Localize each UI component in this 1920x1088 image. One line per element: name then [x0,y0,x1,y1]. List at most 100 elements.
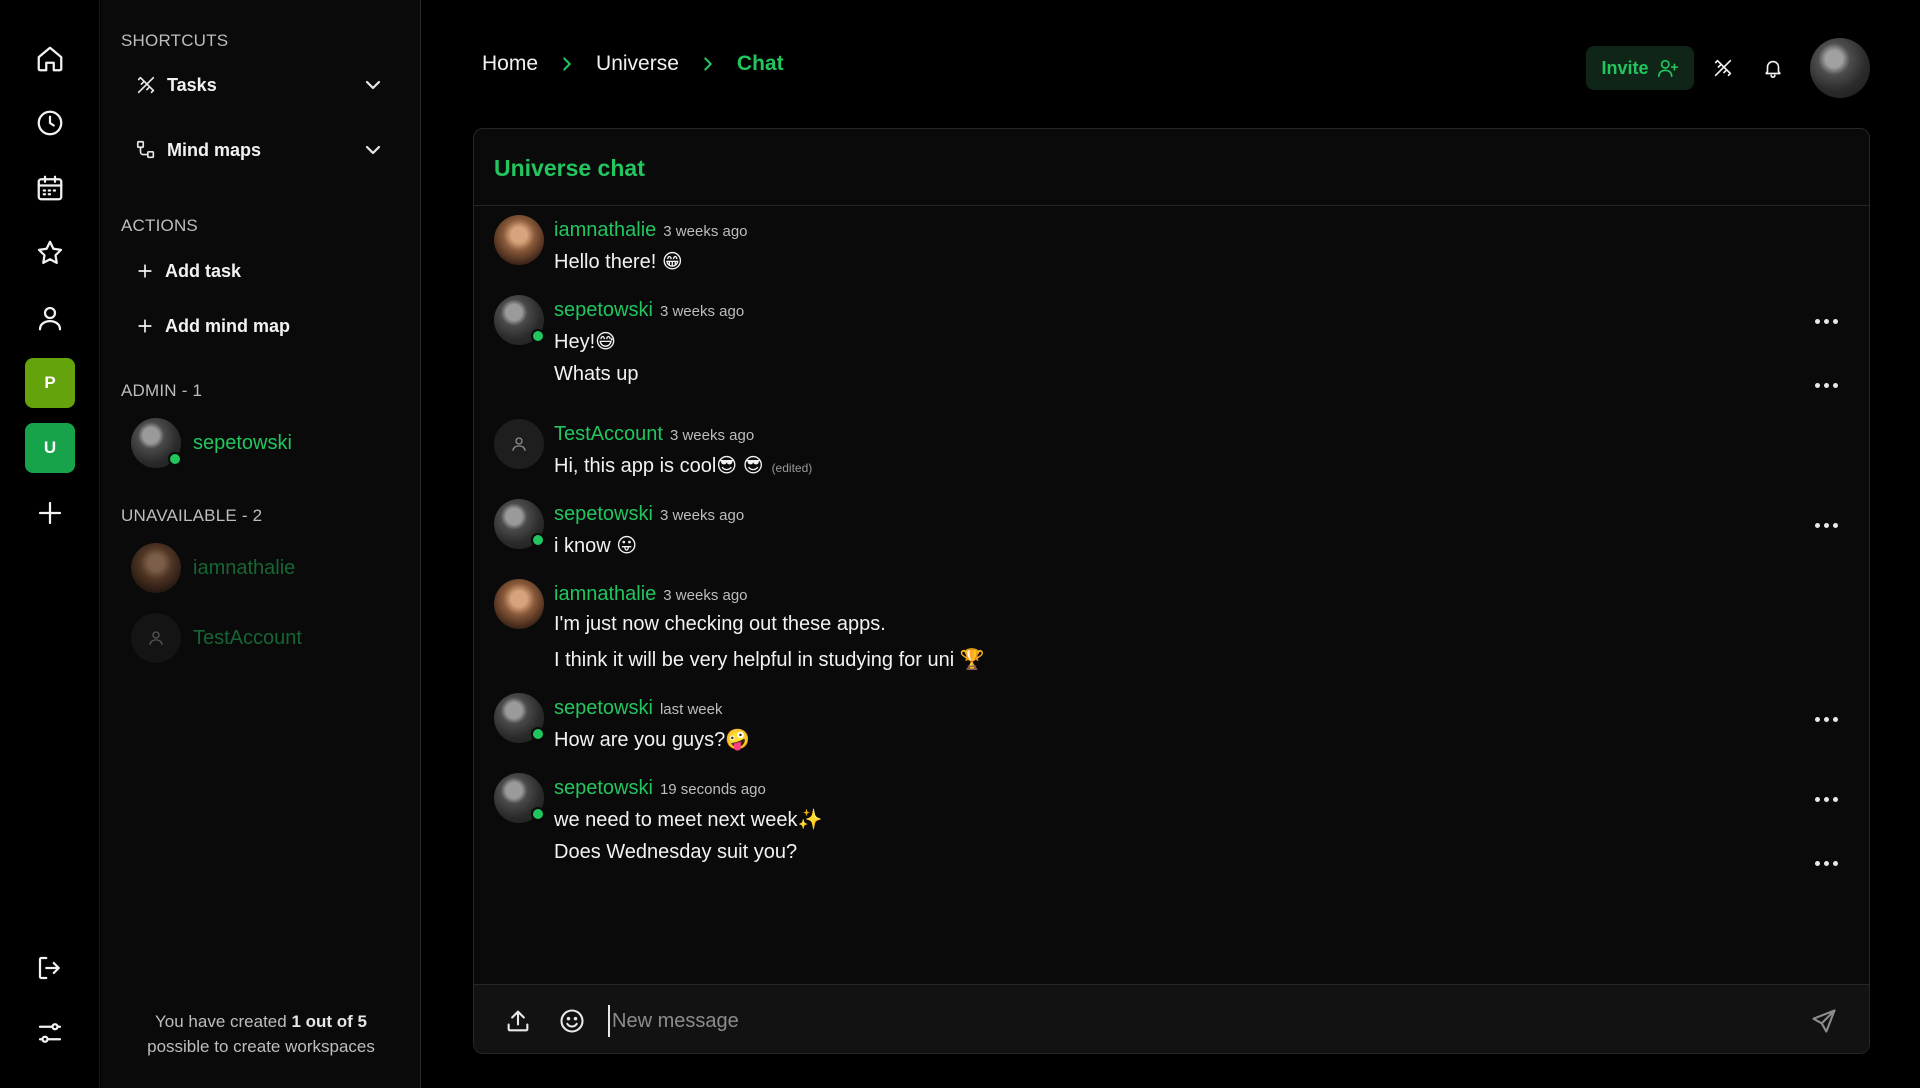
message-text: Hello there! 😁 [554,251,683,273]
message-time: 3 weeks ago [663,587,748,604]
breadcrumb: Home Universe Chat [482,52,784,76]
admin-title: ADMIN - 1 [121,381,203,400]
avatar [131,613,181,663]
member-sepetowski[interactable]: sepetowski [131,417,292,469]
icon-rail: P U [0,0,100,1088]
member-iamnathalie[interactable]: iamnathalie [131,542,295,594]
message-time: 19 seconds ago [659,781,766,798]
send-icon[interactable] [1808,1005,1840,1037]
message-author[interactable]: TestAccount [554,423,663,446]
shortcut-label: Tasks [167,74,217,95]
emoji-icon[interactable] [556,1005,588,1037]
online-status-dot [531,727,545,741]
user-icon[interactable] [25,293,75,343]
logout-icon[interactable] [25,943,75,993]
avatar[interactable] [494,773,545,823]
chat-card: Universe chat iamnathalie 3 weeks ago He… [473,128,1870,1054]
member-name: iamnathalie [193,556,296,579]
message-header: sepetowski 3 weeks ago [554,503,744,526]
home-icon[interactable] [25,34,75,84]
tasks-icon [135,74,157,96]
message-text: i know 😛 [554,535,638,557]
workspace-limit-prefix: You have created [155,1012,292,1031]
online-status-dot [531,807,545,821]
message-header: sepetowski 19 seconds ago [554,777,766,800]
message-author[interactable]: sepetowski [554,299,653,322]
message-options-button[interactable] [1808,709,1844,729]
message-header: iamnathalie 3 weeks ago [554,583,748,606]
member-name: sepetowski [193,431,292,454]
calendar-icon[interactable] [25,163,75,213]
user-placeholder-icon [149,631,163,645]
shortcut-mind-maps[interactable]: Mind maps [135,134,385,166]
message-text: Does Wednesday suit you? [554,841,798,863]
online-status-dot [531,533,545,547]
message-time: last week [659,701,723,718]
avatar[interactable] [494,693,545,743]
bell-icon[interactable] [1757,52,1789,84]
settings-sliders-icon[interactable] [25,1008,75,1058]
member-testaccount[interactable]: TestAccount [131,612,302,664]
message-header: TestAccount 3 weeks ago [554,423,754,446]
upload-icon[interactable] [502,1005,534,1037]
avatar[interactable] [494,419,544,469]
message-options-button[interactable] [1808,311,1844,331]
breadcrumb-universe[interactable]: Universe [596,52,679,76]
message-options-button[interactable] [1808,375,1844,395]
avatar[interactable] [494,215,544,265]
message-author[interactable]: iamnathalie [554,219,656,242]
member-name: TestAccount [193,626,302,649]
tasks-tool-icon[interactable] [1707,52,1739,84]
message-time: 3 weeks ago [663,223,748,240]
user-placeholder-icon [512,437,526,451]
message-time: 3 weeks ago [659,303,745,320]
add-mind-map-button[interactable]: Add mind map [135,310,290,342]
user-avatar-menu[interactable] [1810,38,1870,98]
message-header: sepetowski last week [554,697,722,720]
message-author[interactable]: iamnathalie [554,583,656,606]
invite-button[interactable]: Invite [1586,46,1694,90]
breadcrumb-chat[interactable]: Chat [737,52,784,76]
breadcrumb-home[interactable]: Home [482,52,538,76]
avatar[interactable] [494,295,545,345]
shortcuts-title: SHORTCUTS [121,31,229,50]
workspace-limit-count: 1 out of 5 [291,1012,367,1031]
message-author[interactable]: sepetowski [554,697,653,720]
message-options-button[interactable] [1808,853,1844,873]
avatar [131,543,181,593]
avatar[interactable] [494,499,545,549]
star-icon[interactable] [25,228,75,278]
workspace-panel: SHORTCUTS Tasks Mind maps ACTIONS Add ta… [101,0,421,1088]
chevron-right-icon [697,53,719,75]
avatar[interactable] [494,579,544,629]
chevron-down-icon[interactable] [361,73,385,97]
clock-icon[interactable] [25,98,75,148]
message-options-button[interactable] [1808,789,1844,809]
add-task-label: Add task [165,260,242,281]
shortcut-label: Mind maps [167,139,262,160]
message-author[interactable]: sepetowski [554,503,653,526]
shortcut-tasks[interactable]: Tasks [135,69,385,101]
message-composer [474,984,1869,1053]
chevron-down-icon[interactable] [361,138,385,162]
avatar [131,418,182,468]
chevron-right-icon [556,53,578,75]
message-header: iamnathalie 3 weeks ago [554,219,748,242]
workspace-limit-note: You have created 1 out of 5 possible to … [101,1009,421,1059]
workspace-p-button[interactable]: P [25,358,75,408]
plus-icon[interactable] [25,488,75,538]
add-task-button[interactable]: Add task [135,255,241,287]
message-options-button[interactable] [1808,515,1844,535]
message-text: I think it will be very helpful in study… [554,649,985,671]
online-status-dot [168,452,182,466]
new-message-input[interactable] [608,1005,1708,1037]
message-text: we need to meet next week✨ [554,809,823,831]
edited-label: (edited) [771,461,813,475]
actions-title: ACTIONS [121,216,198,235]
workspace-u-button[interactable]: U [25,423,75,473]
message-text: Hey!😅 [554,331,616,353]
message-author[interactable]: sepetowski [554,777,653,800]
invite-label: Invite [1601,57,1649,78]
message-text: Whats up [554,363,639,385]
chat-title: Universe chat [494,155,645,181]
